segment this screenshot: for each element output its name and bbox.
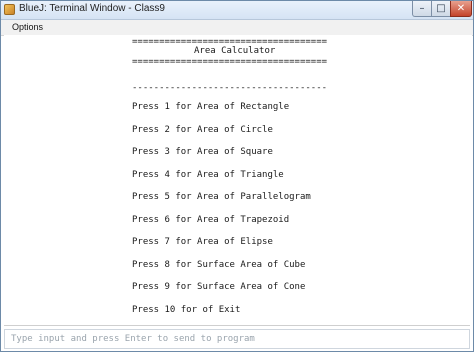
close-button[interactable]: ✕ [450, 1, 472, 17]
bluej-app-icon [4, 4, 15, 15]
terminal-window: BlueJ: Terminal Window - Class9 – □ ✕ Op… [0, 0, 474, 352]
terminal-line: Area Calculator [194, 46, 276, 56]
input-bar [4, 329, 470, 349]
terminal-output[interactable]: ==================================== Are… [4, 35, 470, 326]
terminal-line: Press 1 for Area of Rectangle [132, 102, 290, 112]
program-input-field[interactable] [5, 330, 469, 348]
terminal-line: ==================================== [132, 57, 328, 67]
title-bar[interactable]: BlueJ: Terminal Window - Class9 – □ ✕ [1, 1, 473, 20]
maximize-button[interactable]: □ [431, 1, 451, 17]
terminal-line: ------------------------------------ [132, 83, 328, 93]
minimize-button[interactable]: – [412, 1, 432, 17]
terminal-line: Press 2 for Area of Circle [132, 125, 273, 135]
terminal-line: Press 5 for Area of Parallelogram [132, 192, 311, 202]
terminal-line: Press 8 for Surface Area of Cube [132, 260, 306, 270]
window-title: BlueJ: Terminal Window - Class9 [19, 3, 165, 14]
menu-options[interactable]: Options [12, 22, 43, 32]
terminal-line: Press 4 for Area of Triangle [132, 170, 284, 180]
terminal-scrollbar[interactable] [465, 35, 472, 325]
menu-bar: Options [1, 20, 473, 36]
terminal-line: Press 6 for Area of Trapezoid [132, 215, 290, 225]
terminal-line: Press 10 for of Exit [132, 305, 241, 315]
terminal-line: Press 3 for Area of Square [132, 147, 273, 157]
terminal-line: Press 7 for Area of Elipse [132, 237, 273, 247]
terminal-line: Press 9 for Surface Area of Cone [132, 282, 306, 292]
